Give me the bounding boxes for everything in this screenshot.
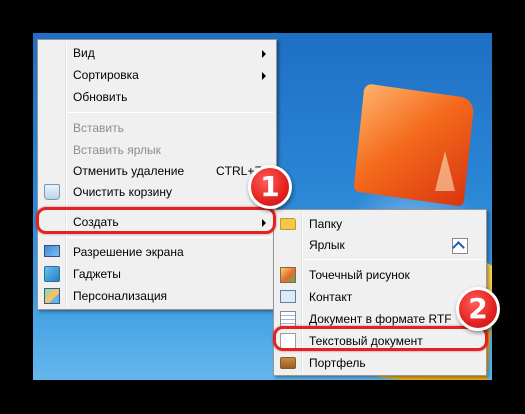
menu-item-label: Отменить удаление bbox=[73, 164, 185, 178]
menu-item-refresh[interactable]: Обновить bbox=[40, 86, 274, 108]
personalize-icon bbox=[44, 288, 60, 304]
menu-separator bbox=[68, 237, 274, 238]
menu-separator bbox=[304, 259, 484, 260]
menu-item-empty-recycle-bin[interactable]: Очистить корзину bbox=[40, 181, 274, 203]
menu-separator bbox=[68, 112, 274, 113]
windows-logo-red-pane bbox=[353, 83, 475, 207]
menu-item-label: Документ в формате RTF bbox=[309, 312, 452, 326]
menu-item-personalize[interactable]: Персонализация bbox=[40, 285, 274, 307]
menu-item-label: Разрешение экрана bbox=[73, 245, 184, 259]
menu-item-label: Обновить bbox=[73, 90, 128, 104]
menu-item-label: Точечный рисунок bbox=[309, 268, 410, 282]
bitmap-icon bbox=[280, 267, 296, 283]
menu-item-label: Гаджеты bbox=[73, 267, 121, 281]
menu-item-label: Персонализация bbox=[73, 289, 168, 303]
step-1-badge: 1 bbox=[248, 165, 292, 209]
menu-item-screen-resolution[interactable]: Разрешение экрана bbox=[40, 241, 274, 263]
submenu-item-contact[interactable]: Контакт bbox=[276, 286, 484, 308]
menu-item-label: Портфель bbox=[309, 356, 366, 370]
desktop-context-menu: Вид Сортировка Обновить Вставить Вставит… bbox=[37, 39, 277, 310]
create-item-highlight bbox=[36, 207, 276, 234]
menu-item-label: Вставить ярлык bbox=[73, 143, 161, 157]
gadgets-icon bbox=[44, 266, 60, 282]
menu-item-paste-shortcut: Вставить ярлык bbox=[40, 139, 274, 161]
folder-icon bbox=[280, 218, 296, 230]
text-document-highlight bbox=[273, 326, 488, 351]
menu-item-undo-delete[interactable]: Отменить удаление CTRL+Z bbox=[40, 160, 274, 182]
contact-icon bbox=[280, 290, 296, 303]
menu-item-label: Вид bbox=[73, 46, 95, 60]
shortcut-icon bbox=[452, 238, 468, 254]
menu-item-label: Контакт bbox=[309, 290, 353, 304]
menu-item-gadgets[interactable]: Гаджеты bbox=[40, 263, 274, 285]
submenu-item-shortcut[interactable]: Ярлык bbox=[276, 234, 484, 256]
menu-item-view[interactable]: Вид bbox=[40, 42, 274, 64]
wallpaper-tree bbox=[435, 151, 455, 191]
menu-item-label: Сортировка bbox=[73, 68, 139, 82]
briefcase-icon bbox=[280, 357, 296, 369]
menu-item-label: Ярлык bbox=[309, 238, 345, 252]
screen-resolution-icon bbox=[44, 245, 60, 257]
menu-item-sort[interactable]: Сортировка bbox=[40, 64, 274, 86]
menu-item-label: Папку bbox=[309, 217, 343, 231]
menu-item-label: Вставить bbox=[73, 121, 124, 135]
step-2-badge: 2 bbox=[456, 287, 500, 331]
rtf-document-icon bbox=[280, 311, 296, 327]
recycle-bin-icon bbox=[44, 184, 60, 200]
submenu-item-briefcase[interactable]: Портфель bbox=[276, 352, 484, 374]
submenu-item-folder[interactable]: Папку bbox=[276, 213, 484, 235]
submenu-item-bitmap[interactable]: Точечный рисунок bbox=[276, 264, 484, 286]
menu-item-label: Очистить корзину bbox=[73, 185, 172, 199]
menu-item-paste: Вставить bbox=[40, 117, 274, 139]
submenu-arrow-icon bbox=[262, 72, 266, 80]
submenu-arrow-icon bbox=[262, 50, 266, 58]
